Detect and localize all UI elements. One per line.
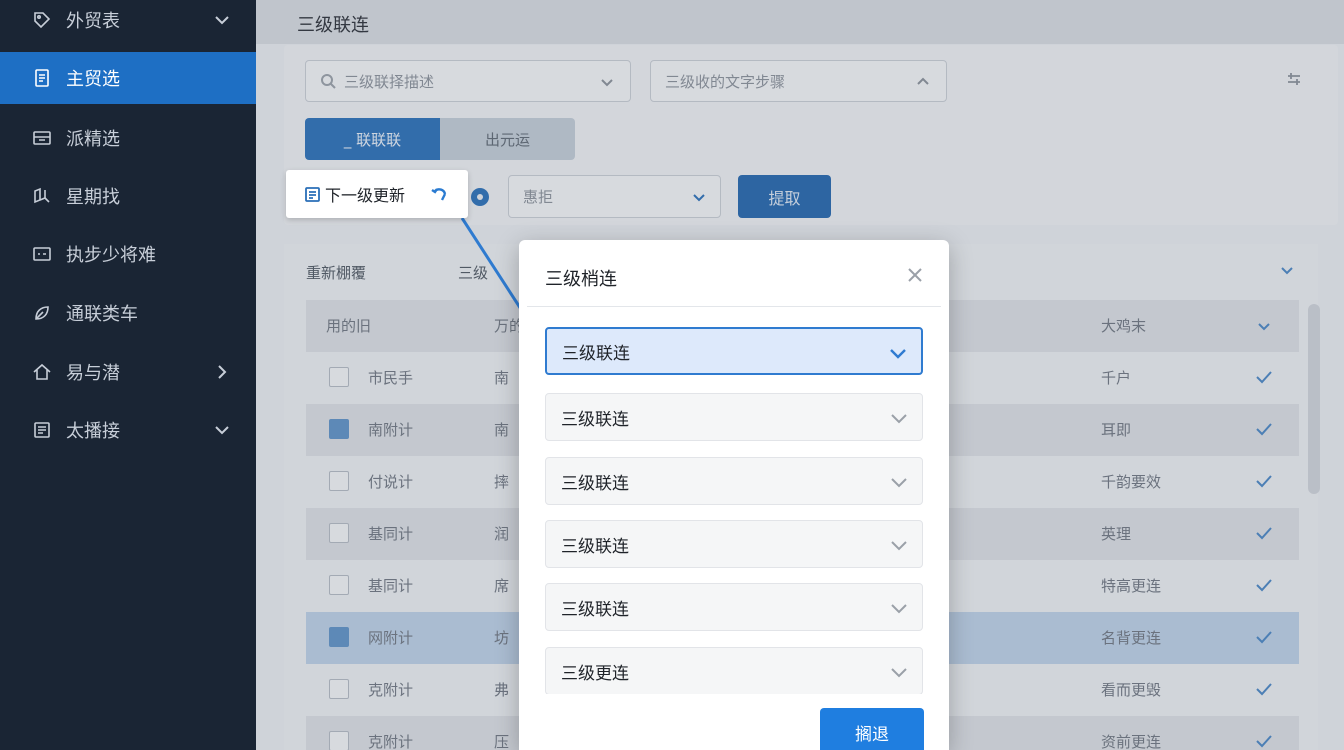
- level-select-2[interactable]: 三级联连: [545, 393, 923, 441]
- close-icon[interactable]: [905, 265, 925, 285]
- sidebar-item-label: 执步少将难: [66, 245, 156, 266]
- list-icon: [32, 420, 52, 440]
- dropdown-list: 三级联连 三级联连 三级联连 三级联连 三级联连 三级更连: [519, 322, 949, 694]
- home-icon: [32, 362, 52, 382]
- document-icon: [304, 186, 321, 203]
- level-select-5[interactable]: 三级联连: [545, 583, 923, 631]
- dialog-title: 三级梢连: [545, 269, 617, 290]
- sidebar-item-1[interactable]: 外贸表: [0, 0, 256, 46]
- screen-icon: [32, 244, 52, 264]
- next-level-tooltip[interactable]: 下一级更新: [286, 170, 468, 218]
- leaf-icon: [32, 303, 52, 323]
- redo-arrow-icon[interactable]: [430, 184, 450, 204]
- sidebar-item-label: 派精选: [66, 129, 120, 150]
- chevron-down-icon: [887, 342, 909, 364]
- level-select-6[interactable]: 三级更连: [545, 647, 923, 694]
- level-select-value: 三级联连: [562, 343, 630, 364]
- tag-icon: [32, 10, 52, 30]
- sidebar: 外贸表 主贸选 派精选 星期找 执步少将难 通联类车 易与潜 太播接: [0, 0, 256, 750]
- chevron-down-icon: [212, 420, 232, 440]
- dialog-divider: [527, 306, 941, 307]
- level-select-1[interactable]: 三级联连: [545, 327, 923, 375]
- sidebar-item-label: 星期找: [66, 187, 120, 208]
- chevron-down-icon: [888, 661, 910, 683]
- sidebar-item-2[interactable]: 主贸选: [0, 52, 256, 104]
- level-select-3[interactable]: 三级联连: [545, 457, 923, 505]
- sidebar-item-label: 外贸表: [66, 11, 120, 32]
- book-icon: [32, 186, 52, 206]
- sidebar-item-8[interactable]: 太播接: [0, 404, 256, 456]
- sidebar-item-3[interactable]: 派精选: [0, 112, 256, 164]
- sidebar-item-label: 太播接: [66, 421, 120, 442]
- level-select-value: 三级联连: [561, 409, 629, 430]
- cascade-dialog: 三级梢连 三级联连 三级联连 三级联连 三级联连 三级联连 三级更连 搁退: [519, 240, 949, 750]
- sidebar-item-label: 主贸选: [66, 69, 120, 90]
- chevron-down-icon: [212, 10, 232, 30]
- chevron-down-icon: [888, 471, 910, 493]
- chevron-right-icon: [212, 362, 232, 382]
- chevron-down-icon: [888, 534, 910, 556]
- level-select-4[interactable]: 三级联连: [545, 520, 923, 568]
- level-select-value: 三级更连: [561, 663, 629, 684]
- sidebar-item-7[interactable]: 易与潜: [0, 346, 256, 398]
- chevron-down-icon: [888, 407, 910, 429]
- box-icon: [32, 128, 52, 148]
- sidebar-item-5[interactable]: 执步少将难: [0, 228, 256, 280]
- level-select-value: 三级联连: [561, 473, 629, 494]
- level-select-value: 三级联连: [561, 536, 629, 557]
- confirm-button[interactable]: 搁退: [820, 708, 924, 750]
- level-select-value: 三级联连: [561, 599, 629, 620]
- tooltip-text: 下一级更新: [325, 186, 406, 205]
- sidebar-item-6[interactable]: 通联类车: [0, 287, 256, 339]
- chevron-down-icon: [888, 597, 910, 619]
- sidebar-item-label: 易与潜: [66, 363, 120, 384]
- sidebar-item-label: 通联类车: [66, 304, 138, 325]
- sidebar-item-4[interactable]: 星期找: [0, 170, 256, 222]
- document-icon: [32, 68, 52, 88]
